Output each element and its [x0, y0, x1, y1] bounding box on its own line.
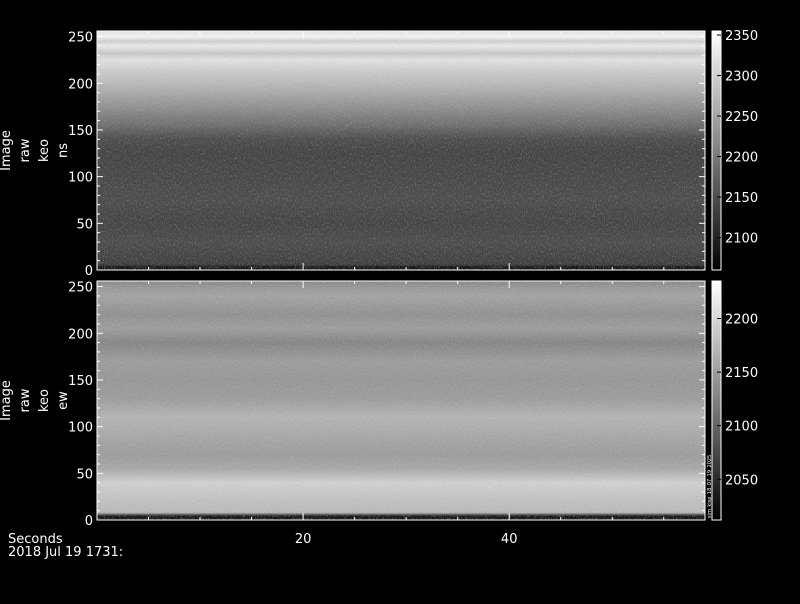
colorbar-tick-label: 2100: [725, 420, 758, 435]
y-tick-label: 200: [68, 77, 93, 92]
y-axis-label-ew: Image raw keo ew: [0, 380, 71, 421]
colorbar-tick-label: 2300: [725, 70, 758, 85]
y-axis-label-line: Image: [0, 380, 14, 421]
y-axis-label-line: raw: [18, 388, 33, 412]
plot-canvas: 0 50 100 150 200 250 Image raw keo ns 2100 2150 22…: [0, 0, 800, 600]
y-tick-label: 100: [68, 171, 93, 186]
y-tick-label: 0: [85, 264, 93, 279]
y-tick-label: 0: [85, 514, 93, 529]
colorbar-ew: [712, 281, 721, 520]
keogram-image-ew: [97, 281, 705, 520]
colorbar-ticks-ew: 2050 2100 2150 2200: [717, 313, 758, 488]
y-tick-label: 50: [76, 217, 93, 232]
colorbar-tick-label: 2250: [725, 110, 758, 125]
keogram-figure: 050100150200250 Image raw keo ns 2100215022…: [0, 29, 758, 560]
panel-ew: 050100150200250 20 40 Image raw keo ew 20502…: [0, 280, 758, 547]
colorbar-tick-label: 2050: [725, 473, 758, 488]
colorbar-ns: [712, 31, 721, 270]
keogram-image-ns: [97, 31, 705, 270]
y-axis-label-line: ew: [56, 391, 71, 410]
y-tick-label: 200: [68, 327, 93, 342]
x-tick-label: 20: [295, 532, 312, 547]
y-tick-label: 250: [68, 31, 93, 46]
y-axis-label-line: keo: [37, 139, 52, 162]
colorbar-label-ew: sim_kisp_18_07_19_2025: [707, 455, 713, 518]
y-tick-label: 50: [76, 467, 93, 482]
colorbar-tick-label: 2350: [725, 29, 758, 44]
y-axis-label-line: ns: [56, 143, 71, 158]
colorbar-tick-label: 2100: [725, 232, 758, 247]
y-axis-label-ns: Image raw keo ns: [0, 130, 71, 171]
y-tick-label: 150: [68, 124, 93, 139]
colorbar-tick-label: 2150: [725, 366, 758, 381]
x-tick-label: 40: [501, 532, 518, 547]
y-axis-label-line: raw: [18, 138, 33, 162]
timestamp-label: 2018 Jul 19 1731:: [8, 545, 123, 560]
y-axis-label-line: keo: [37, 389, 52, 412]
y-tick-label: 150: [68, 374, 93, 389]
colorbar-tick-label: 2200: [725, 151, 758, 166]
y-tick-label: 250: [68, 281, 93, 296]
colorbar-tick-label: 2150: [725, 191, 758, 206]
y-tick-label: 100: [68, 421, 93, 436]
colorbar-ticks-ns: 2100 2150 2200 2250 2300 2350: [717, 29, 758, 247]
y-axis-label-line: Image: [0, 130, 14, 171]
panel-ns: 0 50 100 150 200 250 Image raw keo ns 2100 2150 22…: [0, 29, 758, 279]
colorbar-tick-label: 2200: [725, 313, 758, 328]
